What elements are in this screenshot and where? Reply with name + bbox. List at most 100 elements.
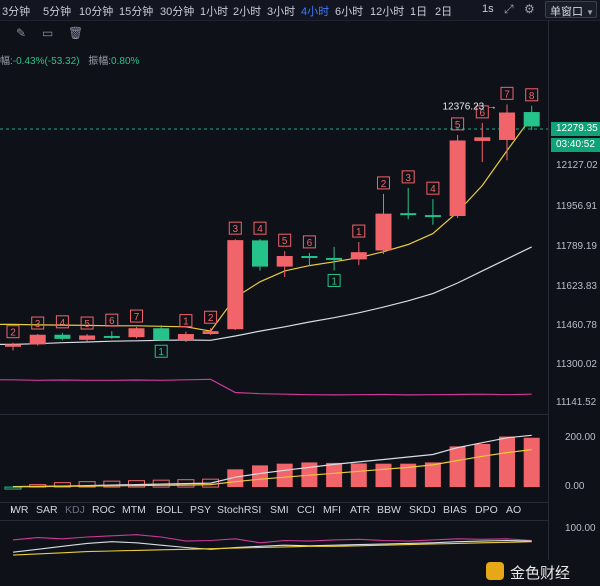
indicator-bar [474,443,491,488]
candle-body [424,215,441,218]
candle-body [252,240,268,267]
td-marker-label: 8 [529,91,535,102]
td-marker-label: 2 [381,179,387,190]
tab-indicator-3[interactable]: KDJ [65,504,85,516]
td-marker: 7 [500,86,514,100]
tab-indicator-14[interactable]: SKDJ [409,504,436,516]
sub-tick-label: 0.00 [565,481,585,493]
td-marker: 1 [179,314,193,328]
timeframe-12h[interactable]: 12小时 [370,3,404,19]
indicator-bar [326,462,343,488]
timeframe-6h[interactable]: 6小时 [335,3,363,19]
window-mode-select[interactable]: 单窗口 ▼ [545,1,597,18]
price-tick-label: 12127.02 [556,159,598,171]
candle-body [449,140,466,217]
indicator-bar [375,463,392,488]
td-marker: 1 [154,344,168,358]
chart-type-icon[interactable]: ⤢ [504,2,514,17]
candle-body [523,112,540,127]
timeframe-2h[interactable]: 2小时 [233,3,261,19]
td-marker: 3 [228,221,242,235]
timeframe-5m[interactable]: 5分钟 [43,3,71,19]
indicator-icon[interactable]: ⚙ [524,2,535,16]
tab-indicator-15[interactable]: BIAS [443,504,467,516]
candle-body [202,331,219,335]
td-marker: 2 [6,325,20,339]
td-marker-label: 5 [455,120,461,131]
td-marker: 7 [130,309,143,323]
tab-indicator-5[interactable]: MTM [122,504,146,516]
candlestick-chart[interactable]: 23 4 5 6 711 23 45 611234567 812376.23 → [0,42,548,414]
price-tick-label: 11956.91 [556,200,597,212]
osc-white-line [12,539,532,553]
tab-indicator-16[interactable]: DPO [475,504,498,516]
indicator-bar [276,463,293,488]
indicator-bar [523,437,540,488]
td-marker-label: 6 [109,316,115,327]
candle-body [153,328,170,341]
tab-indicator-6[interactable]: BOLL [156,504,183,516]
indicator-bar [252,465,268,488]
timeframe-4h[interactable]: 4小时 [301,3,329,19]
td-marker-label: 5 [282,236,288,247]
window-mode-label: 单窗口 [550,6,583,18]
td-marker: 5 [80,316,94,330]
td-marker-label: 2 [10,328,16,339]
candle-body [5,344,21,347]
countdown-value: 03:40:52 [556,139,595,151]
chevron-down-icon: ▼ [586,8,594,17]
ruler-icon[interactable]: ▭ [42,26,53,40]
interval-label[interactable]: 1s [482,3,494,15]
timeframe-toolbar: 3分钟 5分钟 10分钟 15分钟 30分钟 1小时 2小时 3小时 4小时 6… [0,0,600,21]
watermark-logo [486,562,504,580]
volume-indicator-chart[interactable] [0,415,548,502]
timeframe-1d[interactable]: 1日 [410,3,427,19]
indicator-bar [499,436,515,488]
timeframe-15m[interactable]: 15分钟 [119,3,153,19]
tab-indicator-4[interactable]: ROC [92,504,115,516]
tab-indicator-2[interactable]: SAR [36,504,58,516]
td-marker-label: 1 [183,317,189,328]
td-marker-label: 4 [430,184,436,195]
timeframe-3m[interactable]: 3分钟 [2,3,30,19]
tab-indicator-9[interactable]: SMI [270,504,289,516]
tab-indicator-13[interactable]: BBW [377,504,401,516]
td-marker-label: 7 [134,312,140,323]
td-marker-label: 1 [331,276,337,287]
drawing-toolbar: ✎ ▭ 🗑 [0,24,100,42]
pink-indicator-line [0,378,532,396]
td-marker-label: 1 [356,227,362,238]
tab-indicator-10[interactable]: CCI [297,504,315,516]
tab-indicator-12[interactable]: ATR [350,504,370,516]
tab-indicator-8[interactable]: StochRSI [217,504,261,516]
td-marker-label: 3 [405,173,411,184]
candle-body [29,334,46,345]
price-axis-divider [548,20,549,560]
timeframe-30m[interactable]: 30分钟 [160,3,194,19]
indicator-tabs: I WR SAR KDJ ROC MTM BOLL PSY StochRSI S… [0,503,548,520]
price-tick-label: 11300.02 [556,358,597,370]
td-marker-label: 3 [35,319,41,330]
trash-icon[interactable]: 🗑 [68,26,83,40]
td-marker-label: 4 [60,318,66,329]
indicator-bar [4,486,22,490]
timeframe-10m[interactable]: 10分钟 [79,3,113,19]
tab-indicator-1[interactable]: WR [11,504,29,516]
candle-body [103,335,120,338]
td-marker-label: 4 [257,224,263,235]
td-marker-label: 3 [233,224,239,235]
timeframe-3h[interactable]: 3小时 [267,3,295,19]
current-price-value: 12279.35 [556,123,598,135]
tab-indicator-7[interactable]: PSY [190,504,211,516]
tab-indicator-17[interactable]: AO [506,504,521,516]
oscillator-chart[interactable] [0,521,548,560]
price-tick-label: 11623.83 [556,280,597,292]
timeframe-2d[interactable]: 2日 [435,3,452,19]
candle-body [350,252,367,260]
brush-icon[interactable]: ✎ [16,26,26,40]
td-marker-label: 2 [208,313,214,324]
candle-body [227,240,244,330]
timeframe-1h[interactable]: 1小时 [200,3,228,19]
tab-indicator-11[interactable]: MFI [323,504,341,516]
candle-body [499,112,515,140]
